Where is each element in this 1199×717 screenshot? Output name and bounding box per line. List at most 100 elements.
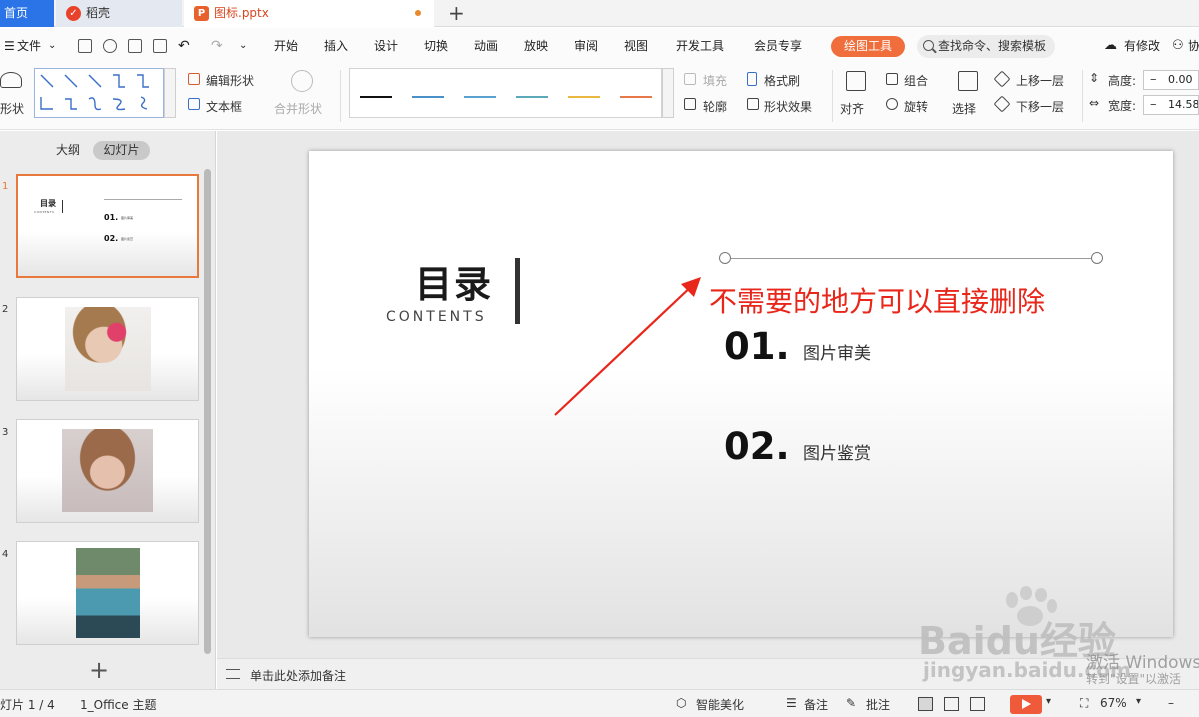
item-number[interactable]: 02. bbox=[724, 425, 790, 468]
outline-button[interactable]: 轮廓 bbox=[703, 98, 727, 115]
minus-icon[interactable]: – bbox=[1150, 96, 1157, 114]
shape-label[interactable]: 形状 bbox=[0, 100, 24, 117]
tab-home[interactable]: 首页 bbox=[0, 0, 54, 27]
shape-icon[interactable] bbox=[0, 72, 22, 88]
menu-insert[interactable]: 插入 bbox=[324, 28, 348, 64]
slide-sorter-icon[interactable] bbox=[944, 697, 959, 711]
item-label[interactable]: 图片审美 bbox=[803, 339, 871, 364]
bring-forward-button[interactable]: 上移一层 bbox=[1016, 72, 1064, 89]
new-tab-button[interactable]: + bbox=[448, 1, 465, 25]
menu-view[interactable]: 视图 bbox=[624, 28, 648, 64]
zoom-dropdown-icon[interactable]: ▾ bbox=[1136, 696, 1141, 707]
selected-line[interactable] bbox=[725, 258, 1097, 260]
width-value: 14.58 bbox=[1168, 98, 1199, 111]
search-command-input[interactable]: 查找命令、搜索模板 bbox=[917, 35, 1055, 58]
line-style-sample[interactable] bbox=[464, 96, 496, 98]
customize-toolbar-icon[interactable]: ⌄ bbox=[239, 28, 247, 64]
send-backward-button[interactable]: 下移一层 bbox=[1016, 98, 1064, 115]
rotate-button[interactable]: 旋转 bbox=[904, 98, 928, 115]
line-handle-start[interactable] bbox=[719, 252, 731, 264]
tab-outline[interactable]: 大纲 bbox=[56, 141, 80, 160]
comments-button[interactable]: 批注 bbox=[866, 696, 890, 713]
line-gallery-scroll[interactable] bbox=[662, 68, 674, 118]
text-box-icon bbox=[188, 98, 200, 110]
redo-icon[interactable]: ↷ bbox=[211, 28, 223, 64]
line-style-gallery[interactable] bbox=[349, 68, 662, 118]
line-style-sample[interactable] bbox=[620, 96, 652, 98]
menu-developer[interactable]: 开发工具 bbox=[676, 28, 724, 64]
line-handle-end[interactable] bbox=[1091, 252, 1103, 264]
minus-icon[interactable]: – bbox=[1150, 71, 1157, 89]
width-input[interactable]: –14.58 bbox=[1143, 95, 1199, 115]
panel-scrollbar[interactable] bbox=[204, 169, 211, 654]
collaborate-button[interactable]: 协 bbox=[1188, 28, 1199, 64]
slide-thumbnail-2[interactable] bbox=[16, 297, 199, 401]
tab-drawing-tools[interactable]: 绘图工具 bbox=[831, 36, 905, 57]
play-slideshow-button[interactable] bbox=[1010, 695, 1042, 714]
thumb-item-label: 图片鉴赏 bbox=[121, 237, 134, 241]
item-number[interactable]: 01. bbox=[724, 325, 790, 368]
edit-shape-button[interactable]: 编辑形状 bbox=[206, 72, 254, 89]
merge-shape-button[interactable]: 合并形状 bbox=[274, 100, 322, 117]
group-icon bbox=[886, 73, 898, 85]
hamburger-icon[interactable]: ☰ bbox=[4, 28, 15, 64]
export-icon[interactable] bbox=[103, 39, 117, 53]
text-box-button[interactable]: 文本框 bbox=[206, 98, 242, 115]
print-icon[interactable] bbox=[128, 39, 142, 53]
height-input[interactable]: –0.00厘 bbox=[1143, 70, 1199, 90]
print-preview-icon[interactable] bbox=[153, 39, 167, 53]
normal-view-icon[interactable] bbox=[918, 697, 933, 711]
notes-toggle-button[interactable]: 备注 bbox=[804, 696, 828, 713]
chevron-down-icon[interactable]: ⌄ bbox=[48, 28, 56, 64]
slide-thumbnail-4[interactable] bbox=[16, 541, 199, 645]
send-backward-icon bbox=[993, 95, 1011, 113]
shape-gallery[interactable] bbox=[34, 68, 164, 118]
menu-start[interactable]: 开始 bbox=[274, 28, 298, 64]
notes-bar[interactable]: 单击此处添加备注 bbox=[217, 658, 1199, 689]
smart-beautify-button[interactable]: 智能美化 bbox=[696, 696, 744, 713]
slide-title[interactable]: 目录 bbox=[415, 254, 493, 308]
line-style-sample[interactable] bbox=[412, 96, 444, 98]
item-label[interactable]: 图片鉴赏 bbox=[803, 439, 871, 464]
has-changes-button[interactable]: 有修改 bbox=[1124, 28, 1160, 64]
slide-thumbnail-3[interactable] bbox=[16, 419, 199, 523]
daoke-logo-icon: ✓ bbox=[66, 6, 81, 21]
slide-panel: 大纲 幻灯片 1 目录 CONTENTS 01. 图片审美 02. 图片鉴赏 2… bbox=[0, 131, 216, 689]
play-options-icon[interactable]: ▾ bbox=[1046, 696, 1051, 707]
menu-slideshow[interactable]: 放映 bbox=[524, 28, 548, 64]
add-slide-button[interactable]: + bbox=[89, 656, 109, 684]
shape-gallery-scroll[interactable] bbox=[164, 68, 176, 118]
shape-effect-button[interactable]: 形状效果 bbox=[764, 98, 812, 115]
line-style-sample[interactable] bbox=[516, 96, 548, 98]
theme-name[interactable]: 1_Office 主题 bbox=[80, 696, 156, 713]
reading-view-icon[interactable] bbox=[970, 697, 985, 711]
current-slide[interactable]: 目录 CONTENTS 不需要的地方可以直接删除 01. 图片审美 02. 图片… bbox=[309, 151, 1173, 637]
select-button[interactable]: 选择 bbox=[952, 100, 976, 117]
menu-animation[interactable]: 动画 bbox=[474, 28, 498, 64]
slide-thumbnail-1[interactable]: 目录 CONTENTS 01. 图片审美 02. 图片鉴赏 bbox=[16, 174, 199, 278]
zoom-level[interactable]: 67% bbox=[1100, 696, 1127, 710]
save-icon[interactable] bbox=[78, 39, 92, 53]
notes-toggle-icon: ☰ bbox=[786, 696, 797, 710]
group-button[interactable]: 组合 bbox=[904, 72, 928, 89]
undo-icon[interactable]: ↶ bbox=[178, 28, 190, 64]
line-style-sample[interactable] bbox=[568, 96, 600, 98]
menu-member[interactable]: 会员专享 bbox=[754, 28, 802, 64]
tab-slides[interactable]: 幻灯片 bbox=[93, 141, 150, 160]
fit-window-icon[interactable]: ⛶ bbox=[1080, 696, 1088, 711]
slide-subtitle[interactable]: CONTENTS bbox=[386, 309, 487, 325]
menu-design[interactable]: 设计 bbox=[374, 28, 398, 64]
notes-placeholder[interactable]: 单击此处添加备注 bbox=[250, 667, 346, 684]
menu-review[interactable]: 审阅 bbox=[574, 28, 598, 64]
format-painter-button[interactable]: 格式刷 bbox=[764, 72, 800, 89]
search-placeholder: 查找命令、搜索模板 bbox=[938, 39, 1047, 53]
fill-button[interactable]: 填充 bbox=[703, 72, 727, 89]
menu-transition[interactable]: 切换 bbox=[424, 28, 448, 64]
align-button[interactable]: 对齐 bbox=[840, 100, 864, 117]
file-menu[interactable]: 文件 bbox=[17, 28, 41, 64]
title-accent-bar[interactable] bbox=[515, 258, 520, 324]
line-style-sample[interactable] bbox=[360, 96, 392, 98]
zoom-out-button[interactable]: – bbox=[1168, 696, 1174, 710]
tab-pptx-document[interactable]: 图标.pptx bbox=[184, 0, 434, 27]
thumb-item-num: 02. bbox=[104, 234, 119, 243]
